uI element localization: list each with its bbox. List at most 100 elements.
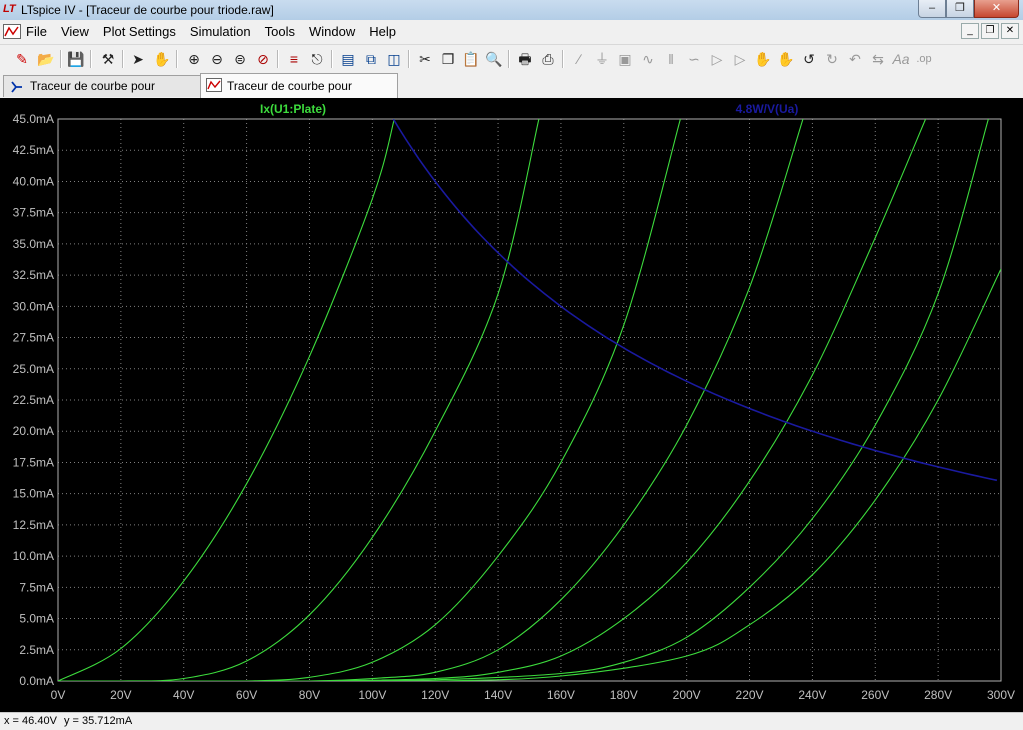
capacitor-icon[interactable]: ‖ <box>661 49 681 69</box>
menu-tools[interactable]: Tools <box>265 24 295 39</box>
drag-icon[interactable]: ✋ <box>776 49 796 69</box>
run-icon[interactable]: ➤ <box>128 49 148 69</box>
find-icon[interactable]: 🔍 <box>484 49 504 69</box>
zoom-cancel-icon[interactable]: ⊘ <box>253 49 273 69</box>
close-icon[interactable]: ✕ <box>974 0 1019 18</box>
annotate-icon[interactable]: ⎋ <box>307 49 327 69</box>
y-tick-label: 7.5mA <box>19 580 54 594</box>
print-icon[interactable]: ⎙ <box>538 49 558 69</box>
y-tick-label: 45.0mA <box>13 112 54 126</box>
undo-icon[interactable]: ↺ <box>799 49 819 69</box>
menu-plot-settings[interactable]: Plot Settings <box>103 24 176 39</box>
mirror-icon[interactable]: ⇆ <box>868 49 888 69</box>
y-tick-label: 0.0mA <box>19 674 54 688</box>
power-hyperbola-trace <box>392 119 998 482</box>
x-tick-label: 0V <box>51 688 66 702</box>
x-tick-label: 180V <box>610 688 638 702</box>
diode-icon[interactable]: ▷ <box>707 49 727 69</box>
print-preview-icon[interactable]: 🖶 <box>515 49 535 69</box>
copy-icon[interactable]: ❐ <box>438 49 458 69</box>
y-tick-label: 2.5mA <box>19 643 54 657</box>
spice-directive-icon[interactable]: .op <box>914 49 934 69</box>
redo-icon[interactable]: ↻ <box>822 49 842 69</box>
y-tick-label: 20.0mA <box>13 424 54 438</box>
title-bar: LT LTspice IV - [Traceur de courbe pour … <box>0 0 1023 20</box>
move-icon[interactable]: ✋ <box>753 49 773 69</box>
y-tick-label: 30.0mA <box>13 299 54 313</box>
waveform-icon <box>206 78 222 92</box>
status-bar: x = 46.40V y = 35.712mA <box>0 712 1023 730</box>
y-tick-label: 37.5mA <box>13 206 54 220</box>
new-schematic-icon[interactable]: ✎ <box>12 49 32 69</box>
legend-plate-current: Ix(U1:Plate) <box>260 102 326 116</box>
open-icon[interactable]: 📂 <box>36 49 56 69</box>
mdi-restore-icon[interactable]: ❐ <box>981 23 999 39</box>
toolbar: ✎ 📂 💾 ⚒ ➤ ✋ ⊕ ⊖ ⊜ ⊘ ≡ ⎋ ▤ ⧉ ◫ ✂ ❐ 📋 🔍 🖶 … <box>0 44 1023 73</box>
plot-border <box>57 118 1002 682</box>
tile-vertical-icon[interactable]: ◫ <box>384 49 404 69</box>
y-tick-label: 42.5mA <box>13 143 54 157</box>
zoom-in-icon[interactable]: ⊕ <box>184 49 204 69</box>
ground-icon[interactable]: ⏚ <box>592 49 612 69</box>
x-tick-label: 20V <box>110 688 131 702</box>
y-tick-label: 22.5mA <box>13 393 54 407</box>
zoom-out-icon[interactable]: ⊖ <box>207 49 227 69</box>
x-tick-label: 280V <box>924 688 952 702</box>
menu-file[interactable]: File <box>26 24 47 39</box>
mdi-controls: _ ❐ ✕ <box>961 23 1019 39</box>
rotate-icon[interactable]: ↶ <box>845 49 865 69</box>
y-tick-label: 27.5mA <box>13 331 54 345</box>
x-tick-label: 60V <box>236 688 257 702</box>
window-controls: – ❐ ✕ <box>918 0 1019 18</box>
zoom-fit-icon[interactable]: ⊜ <box>230 49 250 69</box>
maximize-icon[interactable]: ❐ <box>946 0 974 18</box>
tab-schematic[interactable]: Traceur de courbe pour triode.asc <box>3 75 201 113</box>
component-icon[interactable]: ▷ <box>730 49 750 69</box>
mdi-minimize-icon[interactable]: _ <box>961 23 979 39</box>
mdi-close-icon[interactable]: ✕ <box>1001 23 1019 39</box>
x-tick-label: 260V <box>861 688 889 702</box>
wire-icon[interactable]: ∕ <box>569 49 589 69</box>
plate-current-curve-4 <box>58 119 927 681</box>
waveform-plot[interactable]: 0V 20V 40V 60V 80V 100V 120V 140V 160V 180V 200V 22… <box>0 98 1023 712</box>
menu-window[interactable]: Window <box>309 24 355 39</box>
control-panel-icon[interactable]: ⚒ <box>98 49 118 69</box>
x-tick-label: 100V <box>358 688 386 702</box>
paste-icon[interactable]: 📋 <box>461 49 481 69</box>
waveform-plot-pane[interactable]: 0V 20V 40V 60V 80V 100V 120V 140V 160V 180V 200V 22… <box>0 98 1023 712</box>
x-tick-label: 140V <box>484 688 512 702</box>
y-tick-label: 15.0mA <box>13 487 54 501</box>
y-tick-label: 12.5mA <box>13 518 54 532</box>
x-tick-label: 80V <box>299 688 320 702</box>
tab-waveform[interactable]: Traceur de courbe pour triode.raw <box>200 73 398 117</box>
window-title: LTspice IV - [Traceur de courbe pour tri… <box>21 3 274 17</box>
resistor-icon[interactable]: ∿ <box>638 49 658 69</box>
save-icon[interactable]: 💾 <box>66 49 86 69</box>
ltspice-logo-icon: LT <box>3 3 16 15</box>
y-tick-label: 17.5mA <box>13 455 54 469</box>
legend-power-curve: 4.8W/V(Ua) <box>736 102 799 116</box>
cascade-icon[interactable]: ⧉ <box>361 49 381 69</box>
minimize-icon[interactable]: – <box>918 0 946 18</box>
menu-view[interactable]: View <box>61 24 89 39</box>
autorange-icon[interactable]: ≡ <box>284 49 304 69</box>
label-net-icon[interactable]: ▣ <box>615 49 635 69</box>
schematic-icon <box>11 81 22 93</box>
plate-current-curve-6 <box>58 268 1001 681</box>
waveform-menu-icon[interactable] <box>3 24 21 39</box>
menu-bar: File View Plot Settings Simulation Tools… <box>0 20 1023 43</box>
x-tick-label: 300V <box>987 688 1015 702</box>
menu-simulation[interactable]: Simulation <box>190 24 251 39</box>
text-icon[interactable]: Aa <box>891 49 911 69</box>
cut-icon[interactable]: ✂ <box>415 49 435 69</box>
x-tick-label: 200V <box>673 688 701 702</box>
y-tick-label: 32.5mA <box>13 268 54 282</box>
inductor-icon[interactable]: ∽ <box>684 49 704 69</box>
x-tick-label: 160V <box>547 688 575 702</box>
menu-help[interactable]: Help <box>369 24 396 39</box>
halt-icon[interactable]: ✋ <box>152 49 172 69</box>
tile-horizontal-icon[interactable]: ▤ <box>338 49 358 69</box>
document-tabs: Traceur de courbe pour triode.asc Traceu… <box>0 73 1023 117</box>
x-tick-label: 40V <box>173 688 194 702</box>
status-y-readout: y = 35.712mA <box>63 715 133 727</box>
